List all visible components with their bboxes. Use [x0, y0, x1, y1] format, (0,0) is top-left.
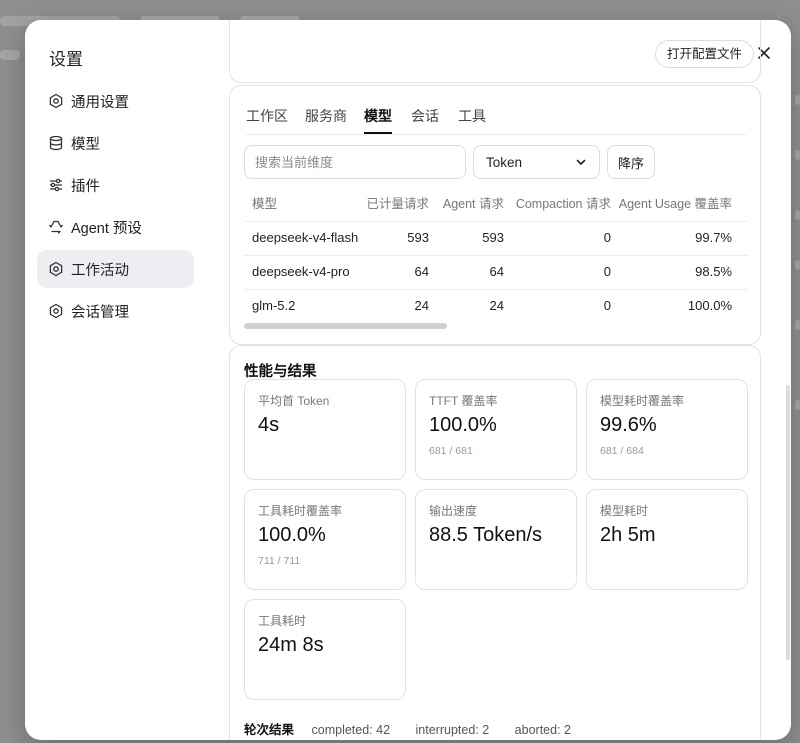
column-header-model[interactable]: 模型	[252, 187, 277, 221]
cell-compaction-requests: 0	[603, 264, 611, 279]
cell-metered-requests: 24	[414, 298, 429, 313]
stat-value: 99.6%	[600, 414, 657, 436]
sidebar-item-session-management[interactable]: 会话管理	[37, 292, 194, 330]
table-header-row: 模型 已计量请求 Agent 请求 Compaction 请求 Agent Us…	[244, 187, 748, 222]
round-result-interrupted: interrupted: 2	[415, 723, 490, 737]
column-header-agent-usage-coverage[interactable]: Agent Usage 覆盖率	[614, 187, 732, 221]
tab-tools[interactable]: 工具	[458, 106, 486, 134]
sidebar-item-label: 会话管理	[71, 304, 129, 321]
sliders-icon	[47, 176, 65, 194]
cell-agent-usage-coverage: 98.5%	[695, 264, 732, 279]
stat-value: 4s	[258, 414, 280, 436]
sidebar-item-label: 插件	[71, 178, 100, 195]
stat-value: 88.5 Token/s	[429, 524, 543, 546]
round-results: 轮次结果 completed: 42 interrupted: 2 aborte…	[244, 719, 593, 738]
table-row[interactable]: glm-5.2 24 24 0 100.0%	[244, 289, 748, 320]
sidebar-item-general[interactable]: 通用设置	[37, 82, 194, 120]
stat-card: 工具耗时 24m 8s	[244, 599, 406, 700]
column-header-compaction-requests[interactable]: Compaction 请求	[506, 187, 611, 221]
sidebar-item-label: Agent 预设	[71, 220, 142, 237]
column-header-agent-requests[interactable]: Agent 请求	[434, 187, 504, 221]
cell-agent-requests: 24	[489, 298, 504, 313]
cell-compaction-requests: 0	[603, 298, 611, 313]
dialog-title: 设置	[49, 50, 83, 69]
settings-sidebar: 通用设置 模型 插件 Agent 预设 工作活动 会话管理	[37, 82, 194, 334]
section-title: 性能与结果	[244, 364, 317, 380]
table-row[interactable]: deepseek-v4-pro 64 64 0 98.5%	[244, 255, 748, 290]
stat-card: 平均首 Token 4s	[244, 379, 406, 480]
chevron-down-icon	[576, 159, 586, 165]
gear-icon	[47, 92, 65, 110]
metric-select[interactable]: Token	[473, 145, 600, 179]
recycle-icon	[47, 218, 65, 236]
stat-value: 24m 8s	[258, 634, 324, 656]
previous-section-card	[229, 20, 761, 83]
sidebar-item-label: 工作活动	[71, 262, 129, 279]
stat-card: 模型耗时覆盖率 99.6% 681 / 684	[586, 379, 748, 480]
tab-workspace[interactable]: 工作区	[246, 106, 288, 134]
dimension-tabs: 工作区 服务商 模型 会话 工具	[246, 106, 746, 135]
cell-model: deepseek-v4-flash	[252, 230, 359, 245]
model-usage-table: 模型 已计量请求 Agent 请求 Compaction 请求 Agent Us…	[244, 187, 748, 320]
gear-icon	[47, 260, 65, 278]
cell-model: deepseek-v4-pro	[252, 264, 350, 279]
sidebar-item-plugins[interactable]: 插件	[37, 166, 194, 204]
table-horizontal-scrollbar[interactable]	[244, 323, 447, 329]
stat-label: 输出速度	[429, 504, 478, 518]
stat-value: 100.0%	[429, 414, 497, 436]
stat-card: 工具耗时覆盖率 100.0% 711 / 711	[244, 489, 406, 590]
sidebar-item-label: 通用设置	[71, 94, 129, 111]
cell-agent-requests: 593	[482, 230, 504, 245]
stat-card: 输出速度 88.5 Token/s	[415, 489, 577, 590]
database-icon	[47, 134, 65, 152]
stat-label: 模型耗时覆盖率	[600, 394, 685, 408]
metric-select-value: Token	[486, 154, 523, 170]
stat-sub: 681 / 681	[429, 445, 473, 457]
search-input[interactable]	[244, 145, 466, 179]
column-header-metered-requests[interactable]: 已计量请求	[354, 187, 429, 221]
cell-agent-requests: 64	[489, 264, 504, 279]
cell-model: glm-5.2	[252, 298, 296, 313]
round-results-title: 轮次结果	[244, 723, 295, 737]
content-vertical-scrollbar[interactable]	[786, 385, 790, 660]
cell-agent-usage-coverage: 100.0%	[687, 298, 732, 313]
sidebar-item-label: 模型	[71, 136, 100, 153]
stat-label: 工具耗时覆盖率	[258, 504, 343, 518]
stat-value: 100.0%	[258, 524, 326, 546]
settings-dialog: 设置 打开配置文件 通用设置 模型 插件 Agent 预设 工作活动 会话管理 …	[25, 20, 791, 740]
stat-label: 模型耗时	[600, 504, 649, 518]
stat-sub: 681 / 684	[600, 445, 644, 457]
cell-agent-usage-coverage: 99.7%	[695, 230, 732, 245]
round-result-aborted: aborted: 2	[514, 723, 571, 737]
stat-value: 2h 5m	[600, 524, 656, 546]
cell-metered-requests: 593	[407, 230, 429, 245]
content-panel: 工作区 服务商 模型 会话 工具 Token 降序 模型 已计量请求 Agent…	[229, 20, 777, 740]
stat-label: 平均首 Token	[258, 394, 330, 408]
stat-card: 模型耗时 2h 5m	[586, 489, 748, 590]
sidebar-item-models[interactable]: 模型	[37, 124, 194, 162]
stat-card: TTFT 覆盖率 100.0% 681 / 681	[415, 379, 577, 480]
tab-models[interactable]: 模型	[364, 106, 392, 134]
stat-sub: 711 / 711	[258, 555, 301, 567]
sidebar-item-agent-presets[interactable]: Agent 预设	[37, 208, 194, 246]
usage-breakdown-card: 工作区 服务商 模型 会话 工具 Token 降序 模型 已计量请求 Agent…	[229, 85, 761, 345]
performance-card: 性能与结果 平均首 Token 4s TTFT 覆盖率 100.0% 681 /…	[229, 345, 761, 740]
tab-sessions[interactable]: 会话	[411, 106, 439, 134]
stat-label: 工具耗时	[258, 614, 307, 628]
sort-order-button[interactable]: 降序	[607, 145, 655, 179]
stat-label: TTFT 覆盖率	[429, 394, 498, 408]
cell-metered-requests: 64	[414, 264, 429, 279]
round-result-completed: completed: 42	[311, 723, 391, 737]
gear-icon	[47, 302, 65, 320]
cell-compaction-requests: 0	[603, 230, 611, 245]
sidebar-item-work-activity[interactable]: 工作活动	[37, 250, 194, 288]
table-row[interactable]: deepseek-v4-flash 593 593 0 99.7%	[244, 221, 748, 256]
tab-providers[interactable]: 服务商	[305, 106, 347, 134]
